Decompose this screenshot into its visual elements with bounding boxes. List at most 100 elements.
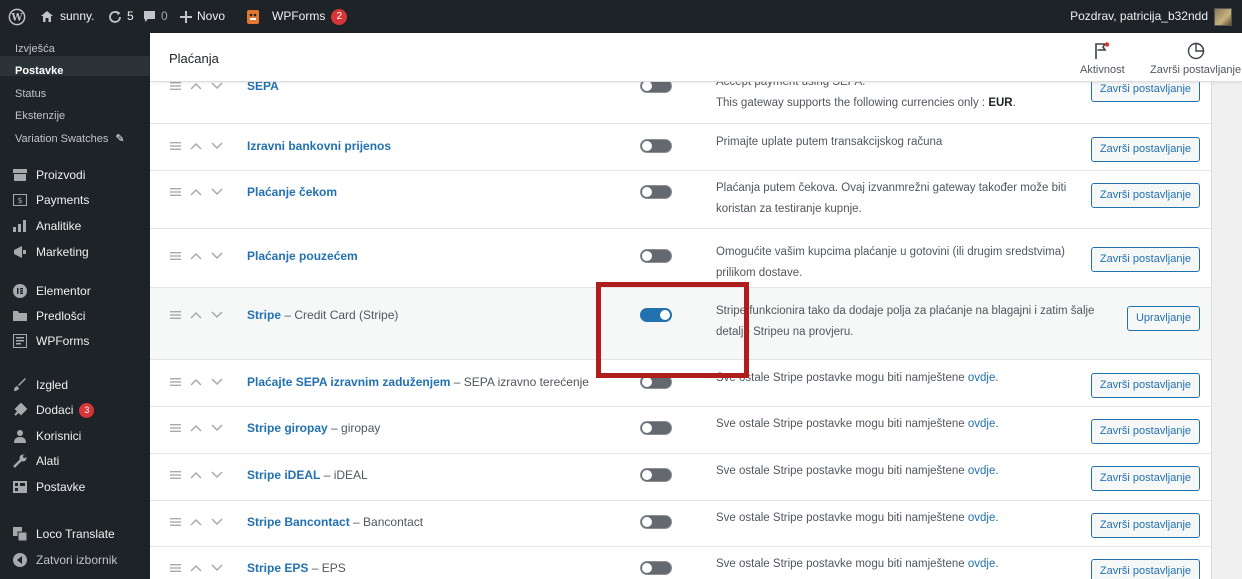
gateway-enabled-toggle[interactable] — [640, 139, 672, 153]
menu-collapse[interactable]: Zatvori izbornik — [12, 547, 117, 573]
gateway-name-link[interactable]: Stripe EPS — [247, 561, 308, 575]
gateway-enabled-toggle[interactable] — [640, 515, 672, 529]
gateway-name-link[interactable]: Stripe iDEAL — [247, 468, 320, 482]
gateway-name-link[interactable]: Stripe — [247, 308, 281, 322]
description-text: Sve ostale Stripe postavke mogu biti nam… — [716, 512, 968, 524]
gateway-enabled-toggle[interactable] — [640, 561, 672, 575]
menu-predlosci[interactable]: Predlošci — [12, 303, 85, 329]
move-down-icon[interactable] — [211, 252, 223, 260]
gateway-name-link[interactable]: Stripe giropay — [247, 421, 328, 435]
gateway-name-link[interactable]: Plaćajte SEPA izravnim zaduženjem — [247, 375, 450, 389]
manage-button[interactable]: Upravljanje — [1126, 306, 1200, 331]
comments-link[interactable]: 0 — [143, 0, 168, 33]
settings-link[interactable]: ovdje — [968, 372, 996, 384]
menu-korisnici[interactable]: Korisnici — [12, 423, 81, 449]
move-up-icon[interactable] — [190, 311, 202, 319]
move-down-icon[interactable] — [211, 471, 223, 479]
settings-link[interactable]: ovdje — [968, 512, 996, 524]
move-up-icon[interactable] — [190, 424, 202, 432]
finish-setup-row-button[interactable]: Završi postavljanje — [1090, 466, 1200, 491]
updates-link[interactable]: 5 — [108, 0, 134, 33]
submenu-variation-swatches[interactable]: Variation Swatches ✎ — [15, 132, 125, 145]
move-down-icon[interactable] — [211, 142, 223, 150]
submenu-status[interactable]: Status — [15, 88, 46, 100]
finish-setup-row-button[interactable]: Završi postavljanje — [1090, 559, 1200, 579]
finish-setup-row-button[interactable]: Završi postavljanje — [1090, 82, 1200, 102]
menu-postavke[interactable]: Postavke — [12, 474, 85, 500]
drag-handle-icon[interactable] — [170, 188, 181, 196]
gateway-enabled-toggle[interactable] — [640, 82, 672, 93]
menu-izgled[interactable]: Izgled — [12, 372, 68, 398]
drag-handle-icon[interactable] — [170, 424, 181, 432]
move-up-icon[interactable] — [190, 518, 202, 526]
drag-handle-icon[interactable] — [170, 518, 181, 526]
move-down-icon[interactable] — [211, 378, 223, 386]
finish-setup-row-button[interactable]: Završi postavljanje — [1090, 137, 1200, 162]
finish-setup-row-button[interactable]: Završi postavljanje — [1090, 247, 1200, 272]
settings-link[interactable]: ovdje — [968, 558, 996, 570]
move-down-icon[interactable] — [211, 311, 223, 319]
new-content-link[interactable]: Novo — [180, 0, 225, 33]
highlight-annotation — [596, 282, 749, 378]
settings-link[interactable]: ovdje — [968, 418, 996, 430]
move-down-icon[interactable] — [211, 188, 223, 196]
move-up-icon[interactable] — [190, 252, 202, 260]
submenu-ekstenzije[interactable]: Ekstenzije — [15, 110, 65, 122]
gateway-enabled-toggle[interactable] — [640, 421, 672, 435]
site-name-link[interactable]: sunny. — [40, 0, 94, 33]
move-down-icon[interactable] — [211, 518, 223, 526]
gateway-name-link[interactable]: Plaćanje pouzećem — [247, 249, 358, 263]
menu-loco-translate[interactable]: Loco Translate — [12, 521, 115, 547]
menu-wpforms[interactable]: WPForms — [12, 328, 89, 354]
finish-setup-row-button[interactable]: Završi postavljanje — [1090, 183, 1200, 208]
menu-analitike[interactable]: Analitike — [12, 213, 81, 239]
move-down-icon[interactable] — [211, 424, 223, 432]
gateway-name-link[interactable]: SEPA — [247, 82, 279, 93]
move-down-icon[interactable] — [211, 564, 223, 572]
move-down-icon[interactable] — [211, 82, 223, 90]
settings-link[interactable]: ovdje — [968, 465, 996, 477]
move-up-icon[interactable] — [190, 142, 202, 150]
submenu-izvjesca[interactable]: Izvješća — [15, 43, 55, 55]
drag-handle-icon[interactable] — [170, 564, 181, 572]
move-up-icon[interactable] — [190, 564, 202, 572]
sort-controls — [170, 142, 223, 150]
description-text: Stripe funkcionira tako da dodaje polja … — [716, 305, 1095, 338]
drag-handle-icon[interactable] — [170, 252, 181, 260]
gateway-enabled-toggle[interactable] — [640, 468, 672, 482]
menu-label: Korisnici — [36, 429, 82, 443]
my-account-link[interactable]: Pozdrav, patricija_b32ndd — [1070, 0, 1232, 33]
finish-setup-row-button[interactable]: Završi postavljanje — [1090, 513, 1200, 538]
move-up-icon[interactable] — [190, 82, 202, 90]
gateway-name: Plaćanje pouzećem — [247, 249, 358, 263]
gateway-name-link[interactable]: Izravni bankovni prijenos — [247, 139, 391, 153]
drag-handle-icon[interactable] — [170, 311, 181, 319]
gateway-enabled-toggle[interactable] — [640, 185, 672, 199]
finish-setup-button[interactable]: Završi postavljanje — [1150, 41, 1241, 76]
megaphone-icon — [12, 244, 28, 260]
drag-handle-icon[interactable] — [170, 82, 181, 90]
menu-proizvodi[interactable]: Proizvodi — [12, 162, 85, 188]
drag-handle-icon[interactable] — [170, 471, 181, 479]
plugins-update-badge: 3 — [79, 402, 95, 418]
activity-button[interactable]: Aktivnost — [1080, 41, 1125, 76]
move-up-icon[interactable] — [190, 471, 202, 479]
menu-dodaci[interactable]: Dodaci 3 — [12, 397, 95, 423]
drag-handle-icon[interactable] — [170, 378, 181, 386]
wpforms-link[interactable]: WPForms 2 — [244, 0, 348, 33]
menu-alati[interactable]: Alati — [12, 448, 59, 474]
gateway-name-link[interactable]: Plaćanje čekom — [247, 185, 337, 199]
menu-payments[interactable]: $ Payments — [12, 187, 89, 213]
menu-marketing[interactable]: Marketing — [12, 239, 89, 265]
drag-handle-icon[interactable] — [170, 142, 181, 150]
gateway-enabled-toggle[interactable] — [640, 249, 672, 263]
gateway-name-link[interactable]: Stripe Bancontact — [247, 515, 350, 529]
finish-setup-row-button[interactable]: Završi postavljanje — [1090, 419, 1200, 444]
submenu-postavke[interactable]: Postavke — [15, 65, 63, 77]
menu-elementor[interactable]: Elementor — [12, 278, 91, 304]
finish-setup-row-button[interactable]: Završi postavljanje — [1090, 373, 1200, 398]
move-up-icon[interactable] — [190, 188, 202, 196]
move-up-icon[interactable] — [190, 378, 202, 386]
wordpress-logo-icon[interactable]: W — [8, 0, 26, 33]
submenu-variation-swatches-label: Variation Swatches — [15, 133, 109, 145]
